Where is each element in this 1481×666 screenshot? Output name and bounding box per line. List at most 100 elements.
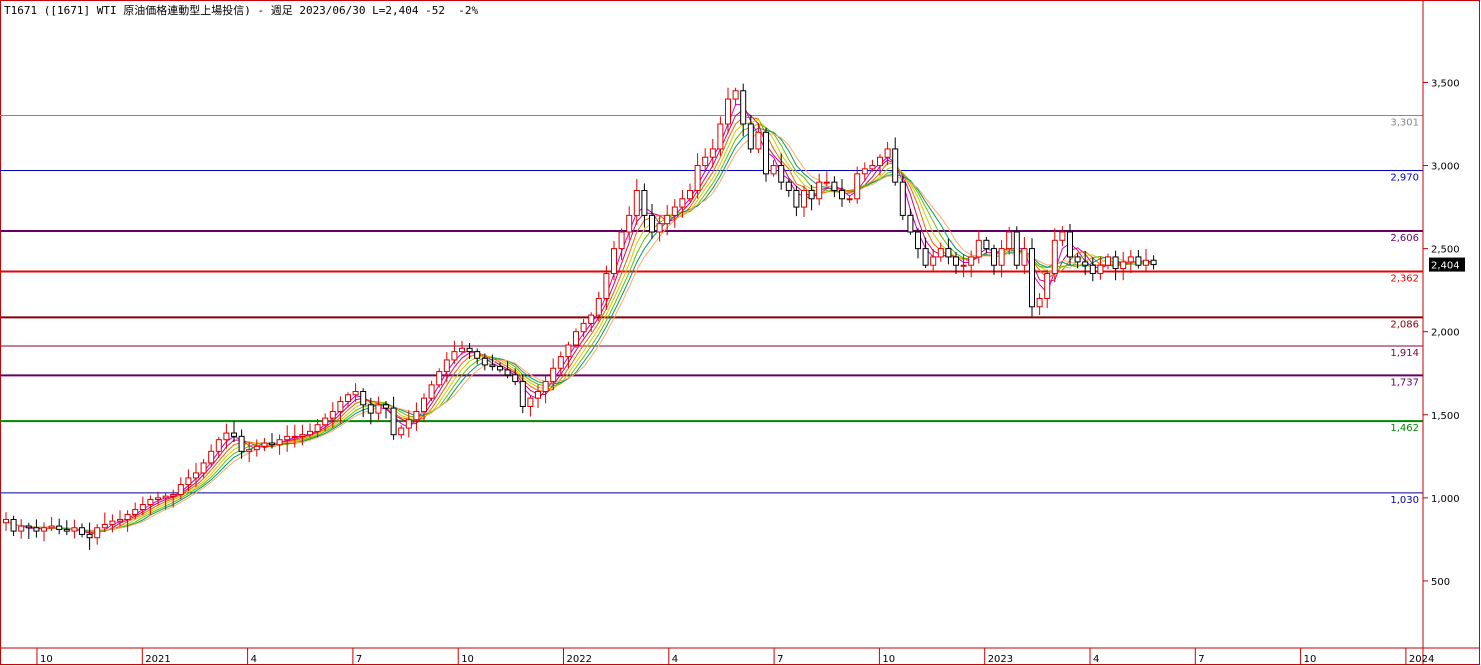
candle-body [907, 214, 914, 233]
candle-body [451, 351, 458, 361]
x-tick-label: 4 [672, 654, 678, 665]
candle-body [1089, 264, 1096, 275]
candle-body [86, 533, 93, 539]
candle-body [831, 181, 838, 191]
x-tick-label: 10 [882, 654, 895, 665]
candle-body [360, 391, 367, 406]
candle-body [785, 181, 792, 191]
candle-body [345, 394, 351, 402]
candle-body [816, 181, 823, 200]
y-tick-label: 1,500 [1431, 411, 1460, 422]
candle-body [1029, 248, 1035, 308]
candle-body [185, 477, 192, 486]
candle-body [1150, 259, 1157, 266]
candle-body [899, 181, 906, 216]
chart-title: T1671 ([1671] WTI 原油価格連動型上場投信) - 週足 2023… [4, 4, 479, 17]
candle-body [641, 189, 648, 216]
x-tick-label: 7 [356, 654, 362, 665]
x-tick-label: 7 [1198, 654, 1204, 665]
candle-body [398, 427, 405, 436]
candle-body [930, 256, 937, 266]
candle-body [512, 374, 519, 383]
candle-body [937, 248, 944, 258]
candle-body [968, 256, 975, 266]
candle-body [1067, 231, 1073, 258]
candle-body [1097, 264, 1104, 275]
candle-body [1120, 261, 1127, 270]
candle-body [231, 432, 237, 437]
x-tick-label: 7 [777, 654, 783, 665]
candle-body [725, 98, 731, 125]
candle-body [155, 497, 161, 501]
candle-body [975, 239, 982, 258]
candle-body [618, 231, 625, 250]
level-label: 1,030 [1390, 495, 1419, 506]
candle-body [877, 156, 883, 167]
candle-body [823, 181, 830, 184]
candle-body [3, 518, 9, 524]
candle-body [428, 384, 435, 399]
candle-body [276, 439, 283, 446]
candle-body [337, 400, 344, 412]
ma-line [5, 116, 1154, 533]
candle-body [261, 442, 268, 447]
ma-line [5, 108, 1154, 534]
candle-body [208, 450, 215, 464]
candle-body [413, 410, 420, 421]
candle-body [687, 189, 693, 200]
candle-body [846, 198, 853, 201]
candle-body [147, 499, 154, 505]
candle-body [459, 347, 465, 353]
candle-body [793, 189, 800, 208]
candle-body [1044, 273, 1051, 299]
candle-body [124, 513, 131, 520]
candle-body [1059, 231, 1066, 241]
candle-body [101, 523, 108, 529]
x-tick-label: 10 [40, 654, 53, 665]
candle-body [33, 527, 40, 532]
candle-body [48, 525, 55, 529]
candle-body [284, 435, 291, 441]
candle-body [892, 148, 899, 183]
candle-body [1036, 297, 1043, 308]
candle-body [709, 148, 716, 158]
x-tick-label: 10 [461, 654, 474, 665]
x-tick-label: 4 [1093, 654, 1099, 665]
candle-body [314, 424, 321, 432]
candle-body [626, 214, 633, 233]
candle-body [679, 198, 686, 208]
candle-body [1127, 256, 1134, 263]
candle-body [580, 322, 587, 333]
candle-body [474, 351, 481, 359]
candle-body [671, 206, 678, 216]
candle-body [1021, 248, 1028, 266]
candle-body [527, 397, 534, 407]
candle-body [839, 189, 845, 200]
x-tick-label: 10 [1304, 654, 1317, 665]
candle-body [443, 359, 450, 373]
candle-body [132, 508, 139, 515]
candle-body [778, 165, 785, 183]
candle-body [801, 189, 807, 208]
candle-body [1082, 261, 1089, 266]
ma-line [5, 119, 1154, 532]
candle-body [291, 435, 298, 438]
candle-body [1051, 239, 1058, 275]
candle-body [588, 314, 595, 324]
level-label: 2,970 [1390, 173, 1419, 184]
candle-body [717, 123, 724, 150]
candle-body [656, 223, 663, 233]
candle-body [109, 520, 116, 525]
candle-body [481, 357, 488, 366]
candle-body [117, 518, 123, 522]
horizontal-level-lines [0, 115, 1423, 494]
candle-body [170, 494, 177, 497]
candle-body [390, 407, 397, 436]
candle-body [998, 248, 1005, 266]
candle-body [1074, 256, 1081, 263]
level-label: 3,301 [1390, 118, 1419, 129]
candle-body [664, 214, 671, 225]
candle-body [177, 484, 184, 496]
candle-body [215, 439, 222, 452]
candle-body [573, 331, 579, 346]
